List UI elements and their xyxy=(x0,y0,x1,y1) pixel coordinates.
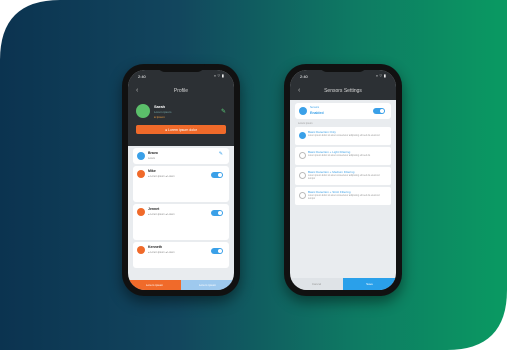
phone-sensor-settings: 2:40 ▪ ⌔ ▮ ‹ Sensors Settings Sensors En… xyxy=(284,64,402,296)
enable-toggle[interactable] xyxy=(211,248,223,254)
card-subtitle: ● Lorem ipsum ● Lorem xyxy=(148,251,175,254)
profile-screen: 2:40 ▪ ⌔ ▮ ‹ Profile Sarah Lorem ipsum ●… xyxy=(128,70,234,290)
chevron-left-icon[interactable]: ‹ xyxy=(298,87,300,94)
radio-option[interactable] xyxy=(299,152,306,159)
option-title: Basic Detection + Light Filtering xyxy=(308,150,351,154)
status-icons: ▪ ⌔ ▮ xyxy=(214,73,224,78)
card-subtitle: Lorem xyxy=(148,157,156,160)
phone-notch xyxy=(157,64,205,72)
gradient-banner xyxy=(0,0,507,358)
list-item[interactable]: Mike ● Lorem ipsum ● Lorem xyxy=(133,166,229,202)
list-item[interactable]: Bravo Lorem ✎ xyxy=(133,148,229,164)
phone-profile: 2:40 ▪ ⌔ ▮ ‹ Profile Sarah Lorem ipsum ●… xyxy=(122,64,240,296)
user-subtitle: Lorem ipsum xyxy=(154,110,172,114)
phone-notch xyxy=(319,64,367,72)
save-button[interactable]: Save xyxy=(343,278,396,290)
card-subtitle: ● Lorem ipsum ● Lorem xyxy=(148,213,175,216)
list-item[interactable]: Basic Detection + Medium Filtering Lorem… xyxy=(295,167,391,185)
card-title: Mike xyxy=(148,169,156,173)
cancel-button[interactable]: Cancel xyxy=(290,278,343,290)
status-icons: ▪ ⌔ ▮ xyxy=(376,73,386,78)
option-title: Basic Detection + Medium Filtering xyxy=(308,170,355,174)
list-item[interactable]: Basic Detection + Strict Filtering Lorem… xyxy=(295,187,391,205)
card-title: Kenneth xyxy=(148,245,162,249)
radio-option[interactable] xyxy=(299,172,306,179)
card-title: Bravo xyxy=(148,151,158,155)
profile-summary: Sarah Lorem ipsum ● Ipsum ✎ ● Lorem ipsu… xyxy=(128,100,234,146)
option-description: Lorem ipsum dolor sit amet consectetur a… xyxy=(308,155,371,157)
footer-left-button[interactable]: Lorem ipsum xyxy=(128,280,181,290)
enable-toggle[interactable] xyxy=(211,210,223,216)
list-item[interactable]: Basic Detection Only Lorem ipsum dolor s… xyxy=(295,127,391,145)
primary-action-button[interactable]: ● Lorem ipsum dolor xyxy=(136,125,226,134)
enable-toggle[interactable] xyxy=(211,172,223,178)
chevron-left-icon[interactable]: ‹ xyxy=(136,87,138,94)
option-description: Lorem ipsum dolor sit amet consectetur a… xyxy=(308,175,380,180)
radio-option[interactable] xyxy=(299,192,306,199)
sensor-toggle[interactable] xyxy=(373,108,385,114)
option-description: Lorem ipsum dolor sit amet consectetur a… xyxy=(308,195,380,200)
sensor-icon xyxy=(299,107,307,115)
profile-header: ‹ Profile xyxy=(128,82,234,100)
option-title: Basic Detection Only xyxy=(308,130,336,134)
section-label: Lorem ipsum xyxy=(298,122,313,125)
footer-right-button[interactable]: Lorem ipsum xyxy=(181,280,234,290)
list-item[interactable]: Kenneth ● Lorem ipsum ● Lorem xyxy=(133,242,229,268)
radio-selected[interactable] xyxy=(299,132,306,139)
sensor-value: Enabled xyxy=(310,111,324,115)
footer-bar: Lorem ipsum Lorem ipsum xyxy=(128,280,234,290)
page-title: Sensors Settings xyxy=(324,88,362,94)
avatar[interactable] xyxy=(136,104,150,118)
settings-header: ‹ Sensors Settings xyxy=(290,82,396,100)
alert-icon xyxy=(137,246,145,254)
sensor-toggle-row[interactable]: Sensors Enabled xyxy=(295,103,391,119)
card-title: Jennet xyxy=(148,207,160,211)
status-time: 2:40 xyxy=(138,73,146,79)
alert-icon xyxy=(137,208,145,216)
list-item[interactable]: Jennet ● Lorem ipsum ● Lorem xyxy=(133,204,229,240)
option-title: Basic Detection + Strict Filtering xyxy=(308,190,351,194)
user-badge: ● Ipsum xyxy=(154,115,165,119)
option-description: Lorem ipsum dolor sit amet consectetur a… xyxy=(308,135,380,137)
pencil-icon[interactable]: ✎ xyxy=(221,108,226,115)
page-title: Profile xyxy=(173,88,189,94)
settings-screen: 2:40 ▪ ⌔ ▮ ‹ Sensors Settings Sensors En… xyxy=(290,70,396,290)
list-item[interactable]: Basic Detection + Light Filtering Lorem … xyxy=(295,147,391,165)
status-time: 2:40 xyxy=(300,73,308,79)
alert-icon xyxy=(137,170,145,178)
sensor-label: Sensors xyxy=(310,106,320,109)
person-icon xyxy=(137,152,145,160)
footer-bar: Cancel Save xyxy=(290,278,396,290)
pencil-icon[interactable]: ✎ xyxy=(219,151,223,157)
card-subtitle: ● Lorem ipsum ● Lorem xyxy=(148,175,175,178)
user-name: Sarah xyxy=(154,104,166,109)
